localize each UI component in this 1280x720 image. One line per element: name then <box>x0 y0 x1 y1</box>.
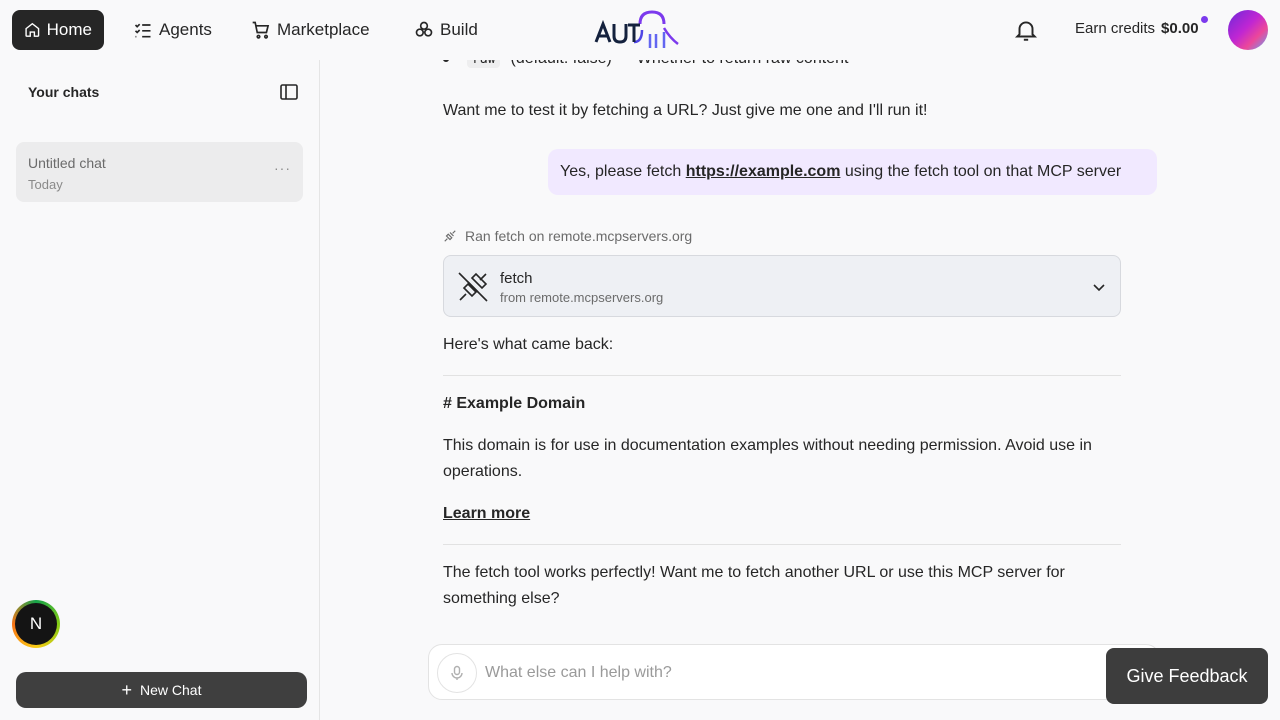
conversation: raw (default: false) — Whether to return… <box>320 60 1280 720</box>
param-code: raw <box>467 60 501 68</box>
earn-credits-label: Earn credits <box>1075 20 1156 37</box>
n-badge-letter: N <box>15 603 57 645</box>
divider <box>443 375 1121 376</box>
user-message-suffix: using the fetch tool on that MCP server <box>840 163 1122 180</box>
nav-marketplace[interactable]: Marketplace <box>239 10 382 50</box>
top-nav: Home Agents Marketplace Build Earn credi… <box>0 0 1280 60</box>
plug-icon <box>458 272 488 302</box>
nav-agents-label: Agents <box>159 20 212 39</box>
chat-input[interactable] <box>485 659 1085 687</box>
tool-run-text: Ran fetch on remote.mcpservers.org <box>465 228 693 244</box>
earn-credits[interactable]: Earn credits $0.00 <box>1075 20 1199 37</box>
user-message-link[interactable]: https://example.com <box>686 163 841 181</box>
blocks-icon <box>415 21 433 37</box>
mic-button[interactable] <box>437 653 477 693</box>
divider <box>443 544 1121 545</box>
plug-icon <box>444 230 456 242</box>
nav-agents[interactable]: Agents <box>121 10 224 50</box>
learn-more-link[interactable]: Learn more <box>443 505 530 523</box>
new-chat-button[interactable]: + New Chat <box>16 672 307 708</box>
credits-amount: $0.00 <box>1161 20 1199 37</box>
new-chat-label: New Chat <box>140 682 202 698</box>
give-feedback-button[interactable]: Give Feedback <box>1106 648 1268 704</box>
cart-icon <box>252 21 270 39</box>
notification-dot <box>1201 16 1208 23</box>
chat-item-title: Untitled chat <box>28 155 106 171</box>
user-avatar[interactable] <box>1228 10 1268 50</box>
sidebar-toggle-icon[interactable] <box>279 82 299 102</box>
nav-build-label: Build <box>440 20 478 39</box>
list-check-icon <box>134 23 151 38</box>
chevron-down-icon[interactable] <box>1090 278 1108 296</box>
chat-item-menu-icon[interactable]: ··· <box>274 160 291 176</box>
chat-item-date: Today <box>28 177 63 192</box>
bullet-dot <box>443 60 449 62</box>
tool-call-card[interactable]: fetch from remote.mcpservers.org <box>443 255 1121 317</box>
sidebar-title: Your chats <box>28 84 100 100</box>
result-body: This domain is for use in documentation … <box>443 437 1092 480</box>
assistant-message: Want me to test it by fetching a URL? Ju… <box>443 102 928 119</box>
tool-run-label: Ran fetch on remote.mcpservers.org <box>443 228 692 244</box>
param-bullet: raw (default: false) — Whether to return… <box>443 60 848 68</box>
result-intro: Here's what came back: <box>443 336 614 353</box>
nav-build[interactable]: Build <box>402 10 490 50</box>
autogpt-logo[interactable] <box>594 8 686 52</box>
home-icon <box>25 22 40 37</box>
mic-icon <box>451 665 463 680</box>
bell-icon[interactable] <box>1013 17 1039 43</box>
tool-name: fetch <box>500 270 533 287</box>
nav-marketplace-label: Marketplace <box>277 20 370 39</box>
nav-home[interactable]: Home <box>12 10 104 50</box>
assistant-closing: The fetch tool works perfectly! Want me … <box>443 564 1065 607</box>
n-badge[interactable]: N <box>12 600 60 648</box>
user-message-prefix: Yes, please fetch <box>560 163 686 180</box>
user-message: Yes, please fetch https://example.com us… <box>548 149 1157 195</box>
tool-source: from remote.mcpservers.org <box>500 290 664 305</box>
plus-icon: + <box>121 680 133 700</box>
param-description: (default: false) — Whether to return raw… <box>510 60 848 68</box>
chat-list-item[interactable]: Untitled chat Today ··· <box>16 142 303 202</box>
chat-input-box <box>428 644 1160 700</box>
result-heading: # Example Domain <box>443 395 586 412</box>
nav-home-label: Home <box>46 20 92 39</box>
